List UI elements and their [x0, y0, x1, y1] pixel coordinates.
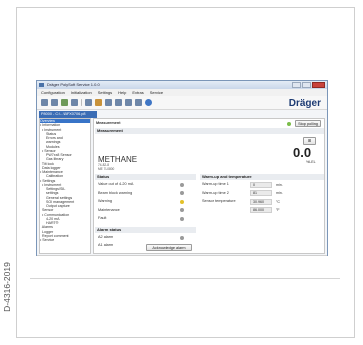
refresh-icon[interactable]	[105, 99, 112, 106]
warmup-value: 30.960	[250, 198, 272, 205]
concentration-unit: %LEL	[306, 160, 316, 164]
status-label: Maintenance	[98, 207, 120, 212]
drager-logo: Dräger	[288, 98, 321, 109]
gas-detail-2: ME 7L0800	[98, 167, 115, 171]
warmup-unit: °C	[276, 199, 281, 204]
alarm-label: A2 alarm	[98, 235, 114, 239]
export-icon[interactable]	[135, 99, 142, 106]
alarm-section-header: Alarm status	[95, 227, 196, 233]
warmup-label: Sensor temperature	[202, 199, 236, 203]
menu-settings[interactable]: Settings	[98, 90, 112, 95]
title-bar: Dräger PolySoft Service 1.0.0	[37, 81, 327, 89]
menu-bar: Configuration Initialization Settings He…	[37, 89, 327, 96]
status-indicator-icon	[180, 216, 184, 221]
sync-icon[interactable]	[125, 99, 132, 106]
measurement-title: Measurement	[96, 121, 121, 125]
maximize-button[interactable]	[302, 82, 311, 88]
status-indicator-icon	[180, 191, 184, 195]
toolbar: Dräger	[37, 96, 327, 110]
status-indicator-icon	[180, 199, 184, 204]
app-icon	[39, 83, 44, 87]
navigation-tree: Overview • Information • Instrument Statu…	[39, 118, 91, 254]
window-title: Dräger PolySoft Service 1.0.0	[47, 82, 100, 87]
menu-extras[interactable]: Extras	[132, 90, 143, 95]
alarm-label: A1 alarm	[98, 243, 114, 247]
menu-configuration[interactable]: Configuration	[41, 90, 65, 95]
status-indicator-icon	[180, 208, 184, 212]
window-controls	[292, 82, 325, 88]
minimize-button[interactable]	[292, 82, 301, 88]
help-icon[interactable]	[145, 99, 152, 106]
menu-service[interactable]: Service	[150, 90, 163, 95]
warmup-label: Warm-up time 2	[202, 190, 229, 195]
app-window: Dräger PolySoft Service 1.0.0 Configurat…	[36, 80, 328, 256]
document-tab[interactable]: P8000 - C:\...\BFX0706.p8	[39, 111, 97, 118]
close-button[interactable]	[312, 82, 325, 88]
connect-icon[interactable]	[61, 99, 68, 106]
warmup-unit: °F	[276, 208, 280, 212]
concentration-value: 0.0	[293, 145, 312, 160]
stop-polling-button[interactable]: Stop polling	[295, 120, 321, 127]
alarm-indicator-icon	[180, 235, 184, 240]
warmup-section-header: Warm-up and temperature	[200, 174, 324, 180]
acknowledge-alarm-button[interactable]: Acknowledge alarm	[146, 244, 192, 251]
polling-status-icon	[287, 122, 291, 126]
warmup-unit: min.	[276, 182, 283, 187]
status-label: Fault	[98, 216, 107, 220]
sensor-info-button[interactable]: ⊞	[303, 137, 316, 145]
open-icon[interactable]	[41, 99, 48, 106]
toolbar-separator	[81, 99, 82, 106]
warmup-value: 0	[250, 181, 272, 188]
compare-icon[interactable]	[115, 99, 122, 106]
save-icon[interactable]	[51, 99, 58, 106]
status-label: Beam block warning	[98, 190, 133, 195]
main-content: Measurement Stop polling Measurement ⊞ M…	[93, 118, 325, 254]
divider-line	[30, 278, 340, 279]
status-label: Warning	[98, 199, 112, 203]
status-section-header: Status	[95, 174, 196, 180]
read-icon[interactable]	[85, 99, 92, 106]
status-label: Value out of 4-20 mA	[98, 182, 134, 186]
menu-help[interactable]: Help	[118, 90, 126, 95]
measurement-section-header: Measurement	[95, 128, 324, 134]
warmup-value: 81	[250, 190, 272, 196]
status-bar	[37, 255, 327, 256]
print-icon[interactable]	[71, 99, 78, 106]
warmup-label: Warm-up time 1	[202, 182, 229, 186]
figure-id-label: D-4316-2019	[0, 250, 14, 330]
warmup-value: 86.000	[250, 207, 272, 213]
menu-initialization[interactable]: Initialization	[71, 90, 92, 95]
status-indicator-icon	[180, 182, 184, 187]
warmup-unit: min.	[276, 191, 283, 195]
tree-item[interactable]: • Service	[40, 238, 90, 242]
figure-id-text: D-4316-2019	[2, 262, 12, 312]
write-icon[interactable]	[95, 99, 102, 106]
